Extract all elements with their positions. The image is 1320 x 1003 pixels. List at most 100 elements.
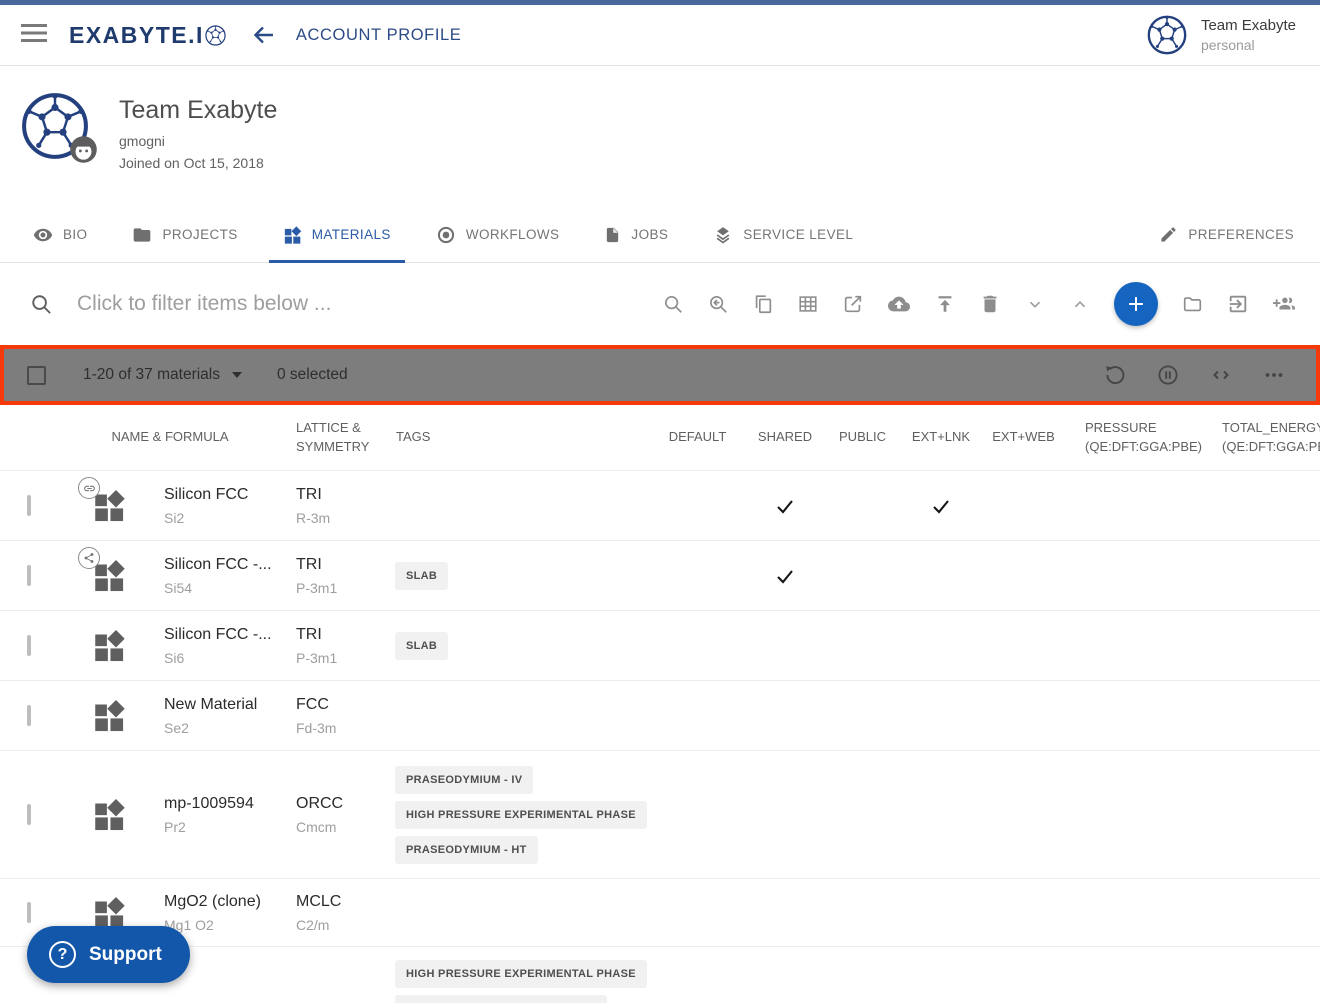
open-in-new-icon[interactable] [842,293,864,315]
pencil-icon [1159,225,1178,244]
material-name[interactable]: New Material [164,696,280,714]
account-username: gmogni [119,133,277,149]
radio-icon [436,225,456,245]
chevron-up-icon[interactable] [1069,293,1091,315]
profile-tabs: BIO PROJECTS MATERIALS WORKFLOWS JOBS SE… [0,207,1320,263]
user-role: personal [1201,37,1296,53]
table-row[interactable]: Silicon FCC -...Si54 TRIP-3m1 SLAB [0,541,1320,611]
account-joined-date: Joined on Oct 15, 2018 [119,155,277,171]
row-checkbox[interactable] [27,565,31,586]
pagination-range-label[interactable]: 1-20 of 37 materials [83,366,220,384]
tab-bio[interactable]: BIO [33,207,87,262]
lattice-type: TRI [296,556,382,574]
delete-icon[interactable] [979,293,1001,315]
caret-down-icon[interactable] [232,372,242,378]
menu-icon[interactable] [21,23,47,48]
symmetry-group: R-3m [296,510,382,526]
selection-toolbar: 1-20 of 37 materials 0 selected [4,349,1316,401]
more-icon[interactable] [1262,363,1286,387]
link-badge-icon [78,477,100,499]
back-arrow-icon[interactable] [252,24,276,46]
avatar [1147,15,1187,55]
support-label: Support [89,944,162,966]
chevron-down-icon[interactable] [1024,293,1046,315]
tag: SLAB [395,562,448,590]
check-icon [774,565,796,587]
row-checkbox[interactable] [27,495,31,516]
profile-avatar [21,92,89,160]
filter-bar [0,263,1320,345]
col-lattice-symmetry: LATTICE & SYMMETRY [280,419,382,457]
row-checkbox[interactable] [27,635,31,656]
add-collaborators-icon[interactable] [1272,293,1296,315]
table-row[interactable]: HIGH PRESSURE EXPERIMENTAL PHASE [0,947,1320,1003]
tab-jobs[interactable]: JOBS [604,207,668,262]
table-view-icon[interactable] [797,293,819,315]
app-bar: EXABYTE.I ACCOUNT PROFILE Team Exabyte p… [0,5,1320,66]
row-checkbox[interactable] [27,804,31,825]
material-name[interactable]: mp-1009594 [164,795,280,813]
import-icon[interactable] [1227,293,1249,315]
cloud-upload-icon[interactable] [887,293,911,315]
table-row[interactable]: MgO2 (clone)Mg1 O2 MCLCC2/m [0,879,1320,947]
tab-workflows[interactable]: WORKFLOWS [436,207,560,262]
lattice-type: ORCC [296,795,382,813]
material-formula: Si2 [164,510,280,526]
logo-text: EXABYTE.I [69,22,204,49]
exabyte-logo[interactable]: EXABYTE.I [69,22,226,49]
table-row[interactable]: Silicon FCCSi2 TRIR-3m [0,471,1320,541]
user-menu[interactable]: Team Exabyte personal [1147,15,1296,55]
tag: HIGH PRESSURE EXPERIMENTAL PHASE [395,801,647,829]
search-in-results-icon[interactable] [707,293,729,315]
material-name[interactable]: MgO2 (clone) [164,893,280,911]
page-title: ACCOUNT PROFILE [296,26,461,45]
col-ext-lnk: EXT+LNK [900,428,982,447]
selected-count-label: 0 selected [277,366,348,384]
upload-icon[interactable] [934,293,956,315]
tag: SLAB [395,632,448,660]
tab-materials[interactable]: MATERIALS [283,207,391,262]
tab-label: BIO [63,227,87,242]
material-name[interactable]: Silicon FCC [164,486,280,504]
copy-icon[interactable] [752,293,774,315]
materials-icon [283,226,302,244]
material-formula: Si54 [164,580,280,596]
tag-partial [395,995,607,1003]
col-tags: TAGS [382,428,650,447]
support-button[interactable]: ? Support [27,926,190,983]
tag: HIGH PRESSURE EXPERIMENTAL PHASE [395,960,647,988]
material-icon [92,798,126,831]
undo-icon[interactable] [1103,363,1127,387]
layers-icon [713,225,733,245]
col-shared: SHARED [745,428,825,447]
material-name[interactable]: Silicon FCC -... [164,556,280,574]
material-name[interactable]: Silicon FCC -... [164,626,280,644]
symmetry-group: Cmcm [296,819,382,835]
material-icon [92,629,126,662]
table-row[interactable]: Silicon FCC -...Si6 TRIP-3m1 SLAB [0,611,1320,681]
select-all-checkbox[interactable] [27,366,46,385]
filter-input[interactable] [77,292,427,316]
add-material-button[interactable] [1114,282,1158,326]
table-row[interactable]: New MaterialSe2 FCCFd-3m [0,681,1320,751]
table-row[interactable]: mp-1009594Pr2 ORCCCmcm PRASEODYMIUM - IV… [0,751,1320,879]
share-badge-icon [78,547,100,569]
account-name: Team Exabyte [119,96,277,125]
search-icon[interactable] [662,293,684,315]
tab-preferences[interactable]: PREFERENCES [1159,207,1294,262]
lattice-type: TRI [296,626,382,644]
tab-projects[interactable]: PROJECTS [132,207,237,262]
row-checkbox[interactable] [27,705,31,726]
row-checkbox[interactable] [27,902,31,923]
symmetry-group: Fd-3m [296,720,382,736]
tag: PRASEODYMIUM - HT [395,836,538,864]
col-pressure: PRESSURE (QE:DFT:GGA:PBE) [1065,419,1210,457]
col-default: DEFAULT [650,428,745,447]
col-public: PUBLIC [825,428,900,447]
materials-actions [662,282,1296,326]
pause-icon[interactable] [1156,363,1180,387]
personal-account-icon [69,135,98,164]
tab-service-level[interactable]: SERVICE LEVEL [713,207,853,262]
code-icon[interactable] [1209,363,1233,387]
folder-icon[interactable] [1181,293,1204,315]
